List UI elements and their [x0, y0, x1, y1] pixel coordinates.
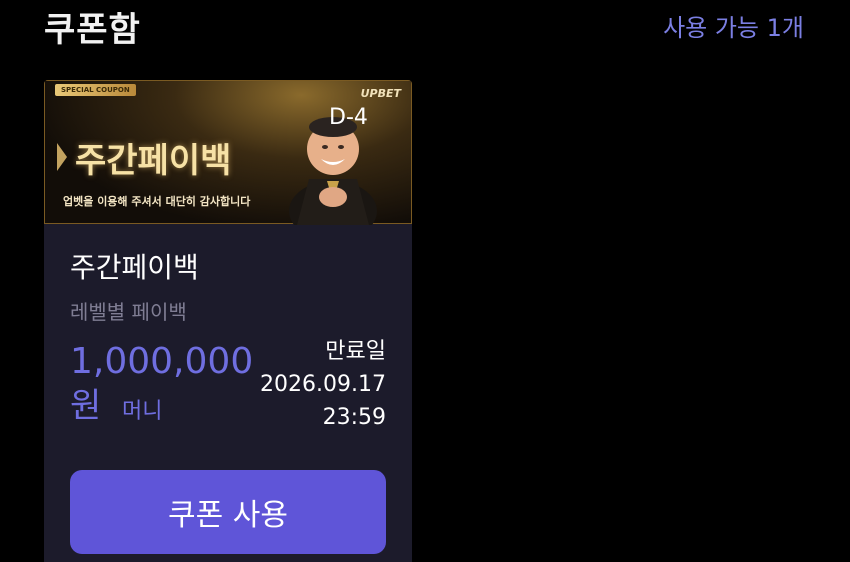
banner-title: 주간페이백: [75, 141, 232, 181]
amount-row: 1,000,000 원 머니 만료일 2026.09.17 23:59: [70, 339, 386, 441]
use-coupon-button[interactable]: 쿠폰 사용: [70, 470, 386, 554]
expiry-date: 2026.09.17: [260, 372, 386, 397]
available-count: 사용 가능 1개: [663, 14, 804, 42]
amount-unit: 원: [70, 386, 102, 426]
coupon-name: 주간페이백: [70, 251, 199, 284]
coupon-body: 주간페이백 레벨별 페이백 1,000,000 원 머니 만료일 2026.09…: [44, 224, 412, 441]
d-day-badge: D-4: [329, 105, 368, 130]
brand-logo: UPBET: [360, 87, 401, 100]
coupon-card: SPECIAL COUPON UPBET 주간페이백 업벳을 이용해 주셔서 대…: [44, 80, 412, 562]
special-coupon-tag: SPECIAL COUPON: [55, 84, 136, 96]
expiry-label: 만료일: [325, 339, 386, 364]
page-title: 쿠폰함: [44, 10, 141, 50]
coupon-description: 레벨별 페이백: [70, 300, 187, 324]
chevron-right-icon: [57, 143, 67, 171]
expiry-time: 23:59: [322, 405, 386, 430]
banner-subtitle: 업벳을 이용해 주셔서 대단히 감사합니다: [63, 195, 251, 208]
amount-type: 머니: [122, 399, 163, 424]
coupon-banner: SPECIAL COUPON UPBET 주간페이백 업벳을 이용해 주셔서 대…: [44, 80, 412, 225]
expiry-info: 만료일 2026.09.17 23:59: [260, 335, 386, 434]
coupon-amount: 1,000,000: [70, 341, 254, 382]
